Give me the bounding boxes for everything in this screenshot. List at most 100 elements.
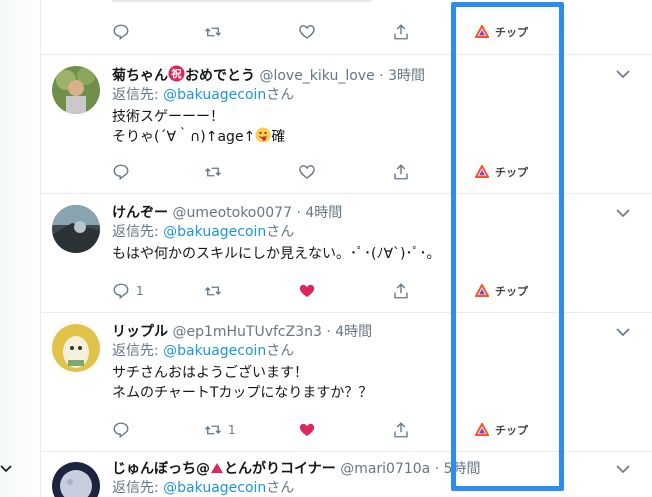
tongue-face-emoji-icon bbox=[255, 127, 271, 143]
display-name[interactable]: リップル bbox=[112, 324, 168, 340]
display-name[interactable]: 菊ちゃん祝おめでとう bbox=[112, 65, 255, 84]
tweet-actions: 1 チップ bbox=[112, 420, 552, 440]
reply-button[interactable] bbox=[112, 420, 136, 440]
share-icon bbox=[394, 164, 408, 180]
avatar[interactable] bbox=[52, 462, 100, 497]
tip-button[interactable]: チップ bbox=[475, 164, 528, 180]
share-icon bbox=[394, 283, 408, 299]
tweet-header: けんぞー @umeotoko0077 · 4時間 bbox=[112, 204, 612, 223]
reply-context: 返信先: @bakuagecoinさん bbox=[112, 87, 295, 103]
share-button[interactable] bbox=[392, 22, 410, 42]
retweet-icon bbox=[205, 27, 221, 37]
tip-label: チップ bbox=[495, 424, 528, 437]
tweet-timestamp[interactable]: 4時間 bbox=[335, 324, 372, 340]
retweet-button[interactable]: 1 bbox=[204, 420, 236, 440]
chevron-down-icon[interactable] bbox=[616, 69, 630, 79]
tweet-timestamp[interactable]: 5時間 bbox=[444, 461, 481, 477]
chevron-down-icon[interactable] bbox=[616, 208, 630, 218]
brave-triangle-icon bbox=[475, 165, 489, 178]
heart-outline-icon bbox=[299, 165, 315, 179]
like-button[interactable] bbox=[298, 162, 322, 182]
retweet-button[interactable] bbox=[204, 281, 228, 301]
display-name[interactable]: じゅんぼっち@ とんがりコイナー bbox=[112, 461, 336, 477]
reply-icon bbox=[113, 164, 129, 181]
avatar[interactable] bbox=[52, 324, 100, 372]
tweet-actions: チップ bbox=[112, 22, 552, 42]
reply-icon bbox=[113, 283, 129, 300]
tweet[interactable]: 菊ちゃん祝おめでとう @love_kiku_love · 3時間 返信先: @b… bbox=[40, 55, 652, 194]
tweet[interactable]: リップル @ep1mHuTUvfcZ3n3 · 4時間 返信先: @bakuag… bbox=[40, 313, 652, 451]
clipped-tweet-text bbox=[112, 0, 412, 2]
red-triangle-icon bbox=[211, 463, 223, 473]
avatar[interactable] bbox=[52, 205, 100, 253]
tweet-partial[interactable]: チップ bbox=[40, 0, 652, 55]
heart-filled-icon bbox=[299, 284, 315, 297]
share-button[interactable] bbox=[392, 420, 410, 440]
reply-context: 返信先: @bakuagecoinさん bbox=[112, 480, 295, 496]
heart-filled-icon bbox=[299, 423, 315, 436]
retweet-button[interactable] bbox=[204, 22, 222, 42]
tweet-text: 技術スゲーーー！ そりゃ(´∀｀∩)↑age↑ 確 bbox=[112, 109, 286, 145]
chevron-down-icon[interactable] bbox=[616, 464, 630, 474]
reply-button[interactable]: 1 bbox=[112, 281, 144, 301]
brave-triangle-icon bbox=[475, 423, 489, 436]
tweet-text: サチさんおはようございます！ ネムのチャートTカップになりますか？？ bbox=[112, 365, 373, 401]
celebration-kanji-icon: 祝 bbox=[168, 65, 185, 82]
reply-button[interactable] bbox=[112, 22, 130, 42]
reply-mention-link[interactable]: @bakuagecoin bbox=[163, 343, 266, 359]
chevron-down-icon[interactable] bbox=[616, 327, 630, 337]
brave-triangle-icon bbox=[475, 25, 489, 38]
tip-label: チップ bbox=[495, 26, 528, 39]
tweet-header: じゅんぼっち@ とんがりコイナー @mari0710a · 5時間 bbox=[112, 460, 612, 479]
tweet-timestamp[interactable]: 3時間 bbox=[388, 68, 425, 84]
retweet-icon bbox=[205, 425, 221, 435]
avatar[interactable] bbox=[52, 66, 100, 114]
tweet-header: リップル @ep1mHuTUvfcZ3n3 · 4時間 bbox=[112, 323, 612, 342]
tweet-timestamp[interactable]: 4時間 bbox=[305, 205, 342, 221]
tweet-text: もはや何かのスキルにしか見えない。･ﾟ･(ﾉ∀`)･ﾟ･。 bbox=[112, 246, 441, 262]
tip-button[interactable]: チップ bbox=[475, 24, 528, 40]
tip-label: チップ bbox=[495, 285, 528, 298]
tip-button[interactable]: チップ bbox=[475, 283, 528, 299]
separator-dot: · bbox=[379, 68, 384, 84]
tweet-actions: チップ bbox=[112, 162, 552, 182]
like-button[interactable] bbox=[298, 281, 322, 301]
user-handle[interactable]: @love_kiku_love bbox=[259, 68, 374, 84]
tip-label: チップ bbox=[495, 166, 528, 179]
share-icon bbox=[394, 24, 408, 40]
svg-text:祝: 祝 bbox=[171, 67, 182, 80]
reply-icon bbox=[113, 24, 129, 41]
reply-button[interactable] bbox=[112, 162, 136, 182]
like-button[interactable] bbox=[298, 420, 322, 440]
brave-triangle-icon bbox=[475, 284, 489, 297]
user-handle[interactable]: @umeotoko0077 bbox=[172, 205, 292, 221]
chevron-down-icon[interactable] bbox=[0, 462, 12, 474]
share-icon bbox=[394, 422, 408, 438]
separator-dot: · bbox=[296, 205, 301, 221]
reply-mention-link[interactable]: @bakuagecoin bbox=[163, 480, 266, 496]
tweet-actions: 1 チップ bbox=[112, 281, 552, 301]
reply-mention-link[interactable]: @bakuagecoin bbox=[163, 87, 266, 103]
share-button[interactable] bbox=[392, 162, 410, 182]
reply-count: 1 bbox=[136, 284, 144, 298]
left-panel-edge bbox=[0, 0, 40, 497]
retweet-count: 1 bbox=[228, 423, 236, 437]
reply-context: 返信先: @bakuagecoinさん bbox=[112, 224, 295, 240]
reply-context: 返信先: @bakuagecoinさん bbox=[112, 343, 295, 359]
tweet[interactable]: じゅんぼっち@ とんがりコイナー @mari0710a · 5時間 返信先: @b… bbox=[40, 452, 652, 497]
heart-outline-icon bbox=[299, 25, 315, 39]
separator-dot: · bbox=[326, 324, 331, 340]
reply-icon bbox=[113, 422, 129, 439]
user-handle[interactable]: @ep1mHuTUvfcZ3n3 bbox=[172, 324, 321, 340]
display-name[interactable]: けんぞー bbox=[112, 205, 168, 221]
tweet-header: 菊ちゃん祝おめでとう @love_kiku_love · 3時間 bbox=[112, 65, 612, 86]
tip-button[interactable]: チップ bbox=[475, 422, 528, 438]
tweet[interactable]: けんぞー @umeotoko0077 · 4時間 返信先: @bakuageco… bbox=[40, 194, 652, 312]
share-button[interactable] bbox=[392, 281, 410, 301]
user-handle[interactable]: @mari0710a bbox=[340, 461, 430, 477]
separator-dot: · bbox=[434, 461, 440, 477]
retweet-button[interactable] bbox=[204, 162, 228, 182]
timeline-page: チップ 菊ちゃん祝おめでとう @love_kiku_love · 3時間 返信先… bbox=[0, 0, 652, 497]
reply-mention-link[interactable]: @bakuagecoin bbox=[163, 224, 266, 240]
like-button[interactable] bbox=[298, 22, 316, 42]
